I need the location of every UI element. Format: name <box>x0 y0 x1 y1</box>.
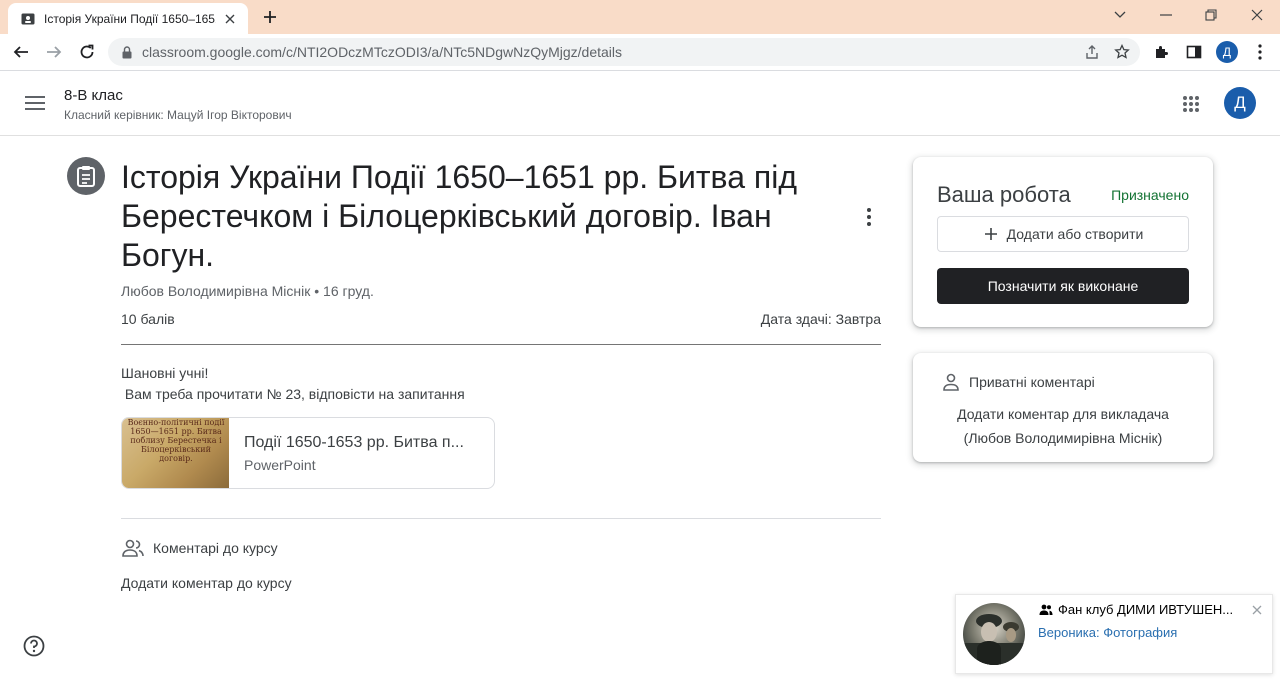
private-comments-header: Приватні коментарі <box>941 372 1095 392</box>
browser-menu-icon[interactable] <box>1248 40 1272 64</box>
close-notification-icon[interactable] <box>1250 603 1264 617</box>
course-comments-header: Коментарі до курсу <box>121 537 278 559</box>
share-icon[interactable] <box>1080 40 1104 64</box>
chat-notification[interactable]: Фан клуб ДИМИ ИВТУШЕН... Вероника: Фотог… <box>955 594 1273 674</box>
notification-title-text: Фан клуб ДИМИ ИВТУШЕН... <box>1058 602 1234 617</box>
extensions-puzzle-icon[interactable] <box>1150 40 1174 64</box>
add-private-comment-link[interactable]: Додати коментар для викладача (Любов Вол… <box>913 402 1213 450</box>
new-tab-icon[interactable] <box>258 6 282 28</box>
close-window-icon[interactable] <box>1243 4 1271 26</box>
minimize-icon[interactable] <box>1152 4 1180 26</box>
main-menu-icon[interactable] <box>22 91 48 115</box>
help-icon[interactable] <box>22 634 46 658</box>
your-work-title: Ваша робота <box>937 182 1071 207</box>
group-chat-icon <box>1038 603 1054 617</box>
plus-icon <box>983 226 999 242</box>
google-apps-icon[interactable] <box>1178 91 1204 117</box>
add-private-comment-line2[interactable]: (Любов Володимирівна Міснік) <box>913 426 1213 450</box>
classroom-favicon-icon <box>20 11 36 27</box>
close-tab-icon[interactable] <box>222 11 238 27</box>
forward-arrow-icon[interactable] <box>42 40 66 64</box>
side-panel-icon[interactable] <box>1182 40 1206 64</box>
person-icon <box>941 372 961 392</box>
mark-as-done-button[interactable]: Позначити як виконане <box>937 268 1189 304</box>
attachment-thumbnail-text: Воєнно-політичні події 1650—1651 рр. Бит… <box>127 418 225 463</box>
divider <box>121 344 881 345</box>
more-options-icon[interactable] <box>857 204 881 230</box>
class-teacher: Класний керівник: Мацуй Ігор Вікторович <box>64 108 292 122</box>
add-or-create-label: Додати або створити <box>1006 226 1144 242</box>
attachment-title[interactable]: Події 1650-1653 рр. Битва п... <box>244 434 474 452</box>
tab-search-icon[interactable] <box>1106 4 1134 26</box>
private-comments-card: Приватні коментарі Додати коментар для в… <box>913 353 1213 462</box>
private-comments-label: Приватні коментарі <box>969 374 1095 390</box>
assignment-instructions: Шановні учні! Вам треба прочитати № 23, … <box>121 365 465 402</box>
notification-message: Вероника: Фотография <box>1038 625 1178 640</box>
lock-icon[interactable] <box>120 45 134 59</box>
notification-title: Фан клуб ДИМИ ИВТУШЕН... <box>1038 602 1246 617</box>
add-private-comment-line1[interactable]: Додати коментар для викладача <box>913 402 1213 426</box>
browser-profile-avatar[interactable]: Д <box>1216 41 1238 63</box>
attachment-card[interactable]: Воєнно-політичні події 1650—1651 рр. Бит… <box>121 417 495 489</box>
assignment-title: Історія України Події 1650–1651 рр. Битв… <box>121 159 797 273</box>
restore-icon[interactable] <box>1197 4 1225 26</box>
browser-toolbar: classroom.google.com/c/NTI2ODczMTczODI3/… <box>0 34 1280 71</box>
assignment-points: 10 балів <box>121 311 175 327</box>
browser-tabstrip: Історія України Події 1650–1651 <box>0 0 1280 34</box>
reload-icon[interactable] <box>75 40 99 64</box>
add-course-comment-link[interactable]: Додати коментар до курсу <box>121 575 292 591</box>
assignment-icon <box>67 157 105 195</box>
back-arrow-icon[interactable] <box>9 40 33 64</box>
class-title[interactable]: 8-В клас <box>64 87 123 104</box>
attachment-thumbnail[interactable]: Воєнно-політичні події 1650—1651 рр. Бит… <box>122 418 229 488</box>
people-icon <box>121 537 145 559</box>
tab-title: Історія України Події 1650–1651 <box>44 11 216 26</box>
bookmark-star-icon[interactable] <box>1110 40 1134 64</box>
course-comments-label: Коментарі до курсу <box>153 540 278 556</box>
assignment-due-date: Дата здачі: Завтра <box>760 311 881 327</box>
status-badge: Призначено <box>1111 187 1189 203</box>
attachment-type: PowerPoint <box>244 457 316 473</box>
divider <box>121 518 881 519</box>
add-or-create-button[interactable]: Додати або створити <box>937 216 1189 252</box>
notification-avatar <box>963 603 1025 665</box>
account-avatar[interactable]: Д <box>1224 87 1256 119</box>
url-text[interactable]: classroom.google.com/c/NTI2ODczMTczODI3/… <box>142 44 1080 60</box>
your-work-card: Ваша робота Призначено Додати або створи… <box>913 157 1213 327</box>
classroom-header: 8-В клас Класний керівник: Мацуй Ігор Ві… <box>0 71 1280 136</box>
address-bar[interactable]: classroom.google.com/c/NTI2ODczMTczODI3/… <box>108 38 1140 66</box>
browser-tab[interactable]: Історія України Події 1650–1651 <box>8 3 248 34</box>
assignment-author-date: Любов Володимирівна Міснік • 16 груд. <box>121 283 374 299</box>
